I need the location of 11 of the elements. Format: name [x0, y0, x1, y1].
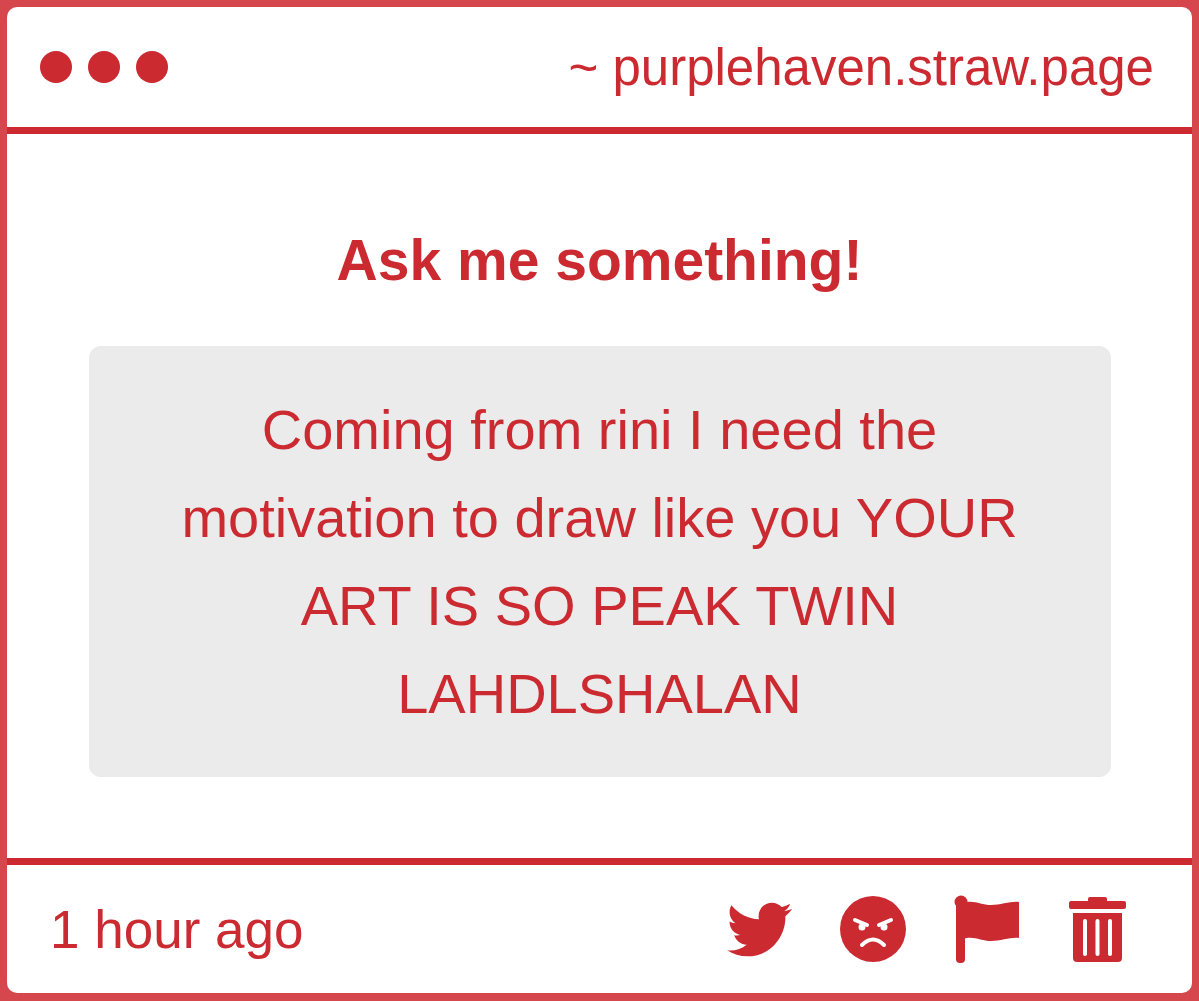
site-address: ~ purplehaven.straw.page — [568, 37, 1154, 97]
dot-icon — [88, 51, 120, 83]
prompt-title: Ask me something! — [336, 228, 863, 292]
dot-icon — [40, 51, 72, 83]
angry-face-icon[interactable] — [840, 896, 906, 962]
flag-icon[interactable] — [954, 895, 1021, 963]
question-text: Coming from rini I need the motivation to draw like you YOUR ART IS SO PEAK TWIN LAHDLSHALAN — [180, 396, 1019, 727]
trash-icon[interactable] — [1069, 896, 1126, 962]
dot-icon — [136, 51, 168, 83]
timestamp: 1 hour ago — [50, 898, 304, 960]
bird-icon[interactable] — [727, 901, 792, 957]
